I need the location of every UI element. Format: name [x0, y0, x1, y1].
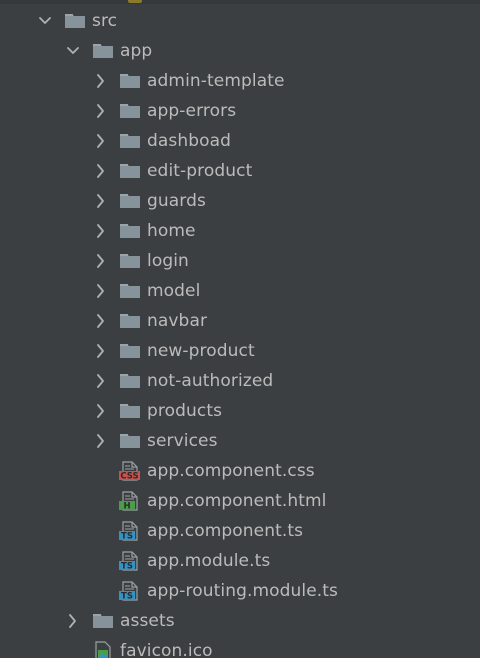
- folder-icon: [119, 311, 141, 331]
- remnant-icon: [128, 0, 142, 3]
- file-app-component-css[interactable]: CSS app.component.css: [0, 456, 480, 486]
- file-app-routing-module-ts[interactable]: TS app-routing.module.ts: [0, 576, 480, 606]
- folder-assets[interactable]: assets: [0, 606, 480, 636]
- chevron-right-icon[interactable]: [93, 222, 109, 240]
- chevron-right-icon[interactable]: [93, 312, 109, 330]
- previous-row-remnant: [0, 0, 480, 4]
- file-app-component-html-label: app.component.html: [147, 491, 327, 511]
- ts-file-icon: TS: [119, 581, 141, 602]
- file-app-component-html[interactable]: Happ.component.html: [0, 486, 480, 516]
- chevron-right-icon[interactable]: [93, 342, 109, 360]
- image-file-icon: [92, 641, 114, 658]
- file-app-module-ts[interactable]: TS app.module.ts: [0, 546, 480, 576]
- file-app-routing-module-ts-label: app-routing.module.ts: [147, 581, 339, 601]
- folder-assets-label: assets: [120, 611, 175, 631]
- ts-file-icon: TS: [119, 551, 141, 572]
- folder-icon: [119, 431, 141, 451]
- folder-guards[interactable]: guards: [0, 186, 480, 216]
- folder-icon: [119, 131, 141, 151]
- folder-model-label: model: [147, 281, 201, 301]
- chevron-right-icon[interactable]: [93, 432, 109, 450]
- project-tree: src app admin-template app-errors dashboad ed…: [0, 0, 480, 658]
- file-app-component-ts[interactable]: TS app.component.ts: [0, 516, 480, 546]
- folder-edit-product-label: edit-product: [147, 161, 253, 181]
- chevron-right-icon[interactable]: [93, 252, 109, 270]
- chevron-right-icon[interactable]: [93, 72, 109, 90]
- chevron-right-icon[interactable]: [93, 402, 109, 420]
- folder-admin-template[interactable]: admin-template: [0, 66, 480, 96]
- folder-guards-label: guards: [147, 191, 206, 211]
- folder-home-label: home: [147, 221, 196, 241]
- file-app-component-css-label: app.component.css: [147, 461, 315, 481]
- folder-services-label: services: [147, 431, 218, 451]
- chevron-right-icon[interactable]: [93, 282, 109, 300]
- folder-services[interactable]: services: [0, 426, 480, 456]
- chevron-right-icon[interactable]: [93, 192, 109, 210]
- folder-app-errors[interactable]: app-errors: [0, 96, 480, 126]
- folder-admin-template-label: admin-template: [147, 71, 285, 91]
- folder-home[interactable]: home: [0, 216, 480, 246]
- file-favicon[interactable]: favicon.ico: [0, 636, 480, 658]
- folder-icon: [119, 251, 141, 271]
- folder-products-label: products: [147, 401, 223, 421]
- folder-app-label: app: [120, 41, 153, 61]
- folder-new-product[interactable]: new-product: [0, 336, 480, 366]
- css-file-icon: CSS: [119, 461, 141, 482]
- folder-dashboad[interactable]: dashboad: [0, 126, 480, 156]
- folder-icon: [119, 191, 141, 211]
- svg-text:TS: TS: [121, 592, 133, 601]
- folder-icon: [119, 371, 141, 391]
- chevron-right-icon[interactable]: [93, 132, 109, 150]
- folder-products[interactable]: products: [0, 396, 480, 426]
- chevron-right-icon[interactable]: [93, 162, 109, 180]
- folder-icon: [64, 11, 86, 31]
- ts-file-icon: TS: [119, 521, 141, 542]
- folder-icon: [119, 71, 141, 91]
- folder-icon: [92, 611, 114, 631]
- svg-text:TS: TS: [121, 562, 133, 571]
- folder-icon: [119, 281, 141, 301]
- folder-not-authorized[interactable]: not-authorized: [0, 366, 480, 396]
- html-file-icon: H: [119, 491, 141, 512]
- chevron-right-icon[interactable]: [93, 372, 109, 390]
- folder-new-product-label: new-product: [147, 341, 255, 361]
- folder-icon: [92, 41, 114, 61]
- svg-text:CSS: CSS: [120, 472, 138, 481]
- chevron-right-icon[interactable]: [93, 102, 109, 120]
- folder-icon: [119, 161, 141, 181]
- folder-dashboad-label: dashboad: [147, 131, 232, 151]
- folder-icon: [119, 221, 141, 241]
- folder-icon: [119, 341, 141, 361]
- chevron-down-icon[interactable]: [37, 12, 53, 30]
- folder-not-authorized-label: not-authorized: [147, 371, 274, 391]
- svg-text:H: H: [123, 502, 130, 511]
- folder-navbar-label: navbar: [147, 311, 208, 331]
- folder-src[interactable]: src: [0, 6, 480, 36]
- folder-icon: [119, 401, 141, 421]
- file-favicon-label: favicon.ico: [120, 641, 213, 658]
- folder-navbar[interactable]: navbar: [0, 306, 480, 336]
- folder-model[interactable]: model: [0, 276, 480, 306]
- folder-app[interactable]: app: [0, 36, 480, 66]
- chevron-down-icon[interactable]: [65, 42, 81, 60]
- folder-login[interactable]: login: [0, 246, 480, 276]
- folder-icon: [119, 101, 141, 121]
- folder-app-errors-label: app-errors: [147, 101, 237, 121]
- folder-edit-product[interactable]: edit-product: [0, 156, 480, 186]
- file-app-component-ts-label: app.component.ts: [147, 521, 304, 541]
- svg-text:TS: TS: [121, 532, 133, 541]
- chevron-right-icon[interactable]: [65, 612, 81, 630]
- folder-src-label: src: [92, 11, 118, 31]
- folder-login-label: login: [147, 251, 189, 271]
- file-app-module-ts-label: app.module.ts: [147, 551, 271, 571]
